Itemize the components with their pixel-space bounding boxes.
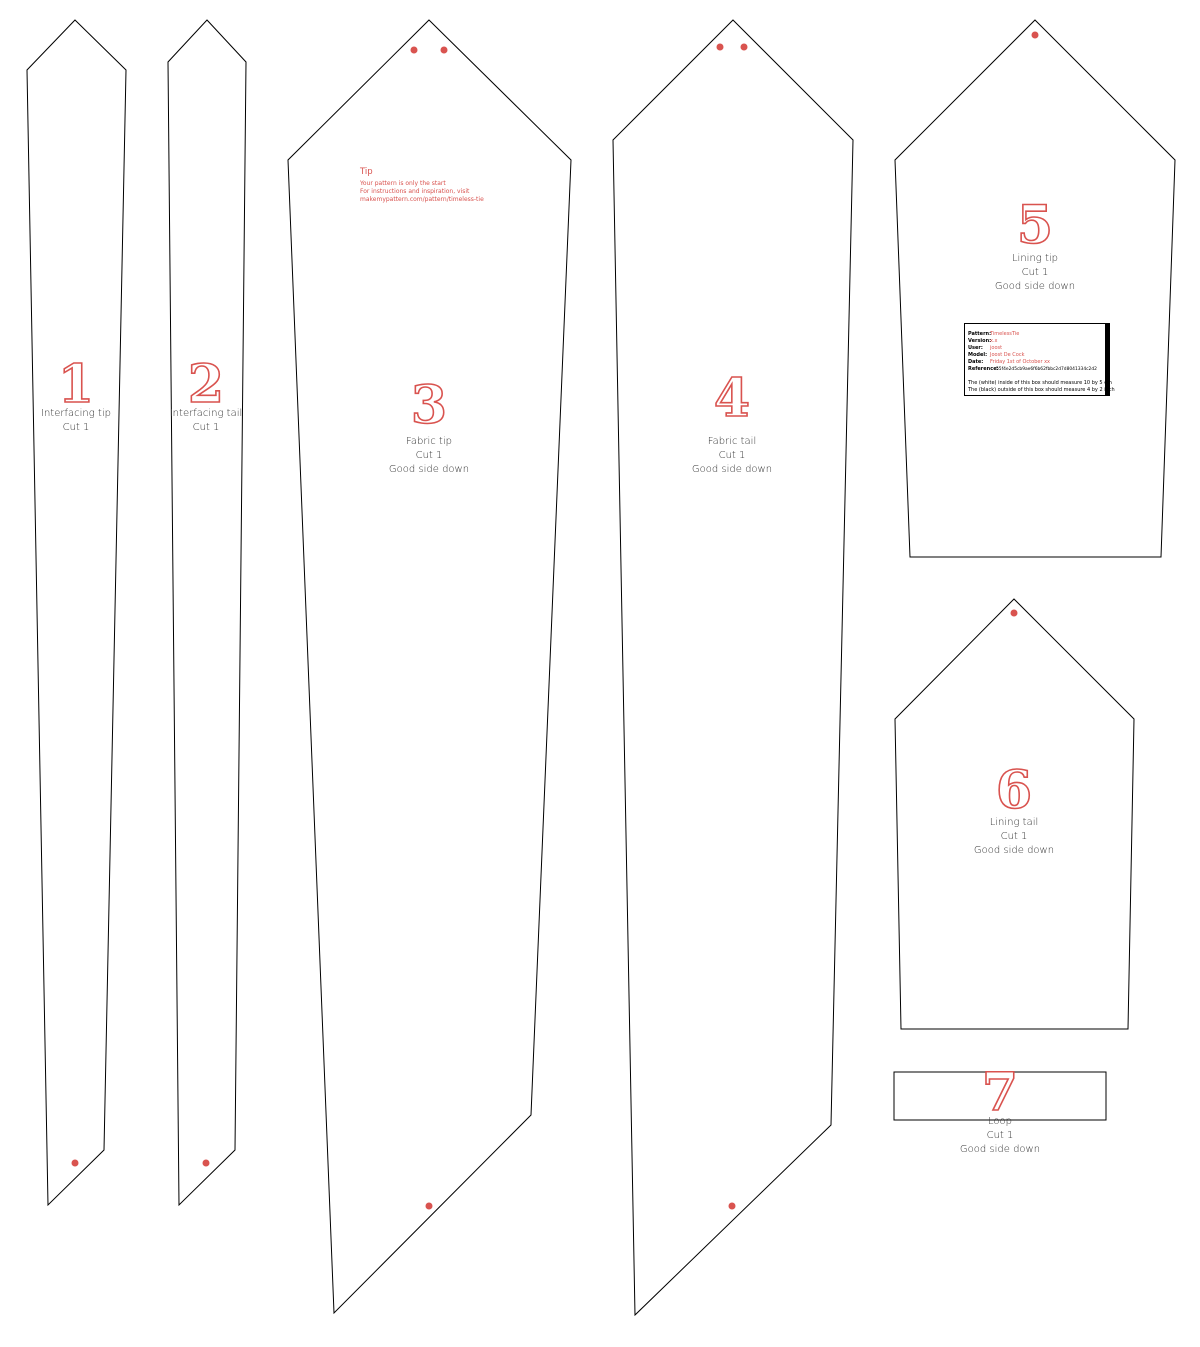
- info-key-reference: Reference:: [968, 366, 999, 372]
- tip-title: Tip: [359, 167, 373, 177]
- piece-7-side: Good side down: [960, 1144, 1040, 1155]
- piece-5-side: Good side down: [995, 281, 1075, 292]
- piece-2-marker-dot: [202, 1159, 210, 1167]
- piece-6-side: Good side down: [974, 845, 1054, 856]
- piece-1-marker-dot: [71, 1159, 79, 1167]
- piece-6-marker-dot: [1010, 609, 1018, 617]
- piece-3-name: Fabric tip: [406, 436, 452, 447]
- piece-4-side: Good side down: [692, 464, 772, 475]
- piece-7-cut: Cut 1: [987, 1130, 1014, 1141]
- tip-line-2: For instructions and inspiration, visit: [360, 188, 470, 195]
- piece-1-interfacing-tip: 1 Interfacing tip Cut 1: [26, 19, 127, 1207]
- piece-5-cut: Cut 1: [1022, 267, 1049, 278]
- piece-7-loop: 7 Loop Cut 1 Good side down: [893, 1061, 1107, 1155]
- piece-3-number: 3: [411, 375, 447, 436]
- piece-2-interfacing-tail: 2 Interfacing tail Cut 1: [167, 19, 247, 1207]
- piece-7-number: 7: [982, 1062, 1018, 1123]
- info-value-user: joost: [989, 345, 1002, 351]
- piece-4-marker-dot-left: [716, 43, 724, 51]
- info-key-pattern: Pattern:: [968, 331, 991, 337]
- piece-1-name: Interfacing tip: [41, 408, 111, 419]
- piece-3-cut: Cut 1: [416, 450, 443, 461]
- piece-4-fabric-tail: 4 Fabric tail Cut 1 Good side down: [612, 19, 854, 1317]
- piece-2-outline: [167, 19, 247, 1207]
- piece-4-marker-dot-right: [740, 43, 748, 51]
- piece-4-cut: Cut 1: [719, 450, 746, 461]
- piece-3-marker-dot-bottom: [425, 1202, 433, 1210]
- piece-5-marker-dot: [1031, 31, 1039, 39]
- piece-6-lining-tail: 6 Lining tail Cut 1 Good side down: [894, 598, 1135, 1030]
- piece-3-outline: [287, 19, 572, 1315]
- piece-1-cut: Cut 1: [63, 422, 90, 433]
- piece-4-outline: [612, 19, 854, 1317]
- piece-1-number: 1: [58, 354, 94, 415]
- info-note-outside: The (black) outside of this box should m…: [967, 387, 1115, 393]
- piece-6-name: Lining tail: [990, 817, 1039, 828]
- piece-3-marker-dot-left: [410, 46, 418, 54]
- piece-6-number: 6: [996, 760, 1032, 821]
- info-value-pattern: TimelessTie: [989, 331, 1019, 337]
- piece-3-marker-dot-right: [440, 46, 448, 54]
- info-key-user: User:: [968, 345, 983, 351]
- info-key-model: Model:: [968, 352, 987, 358]
- info-key-version: Version:: [968, 338, 991, 344]
- tip-line-1: Your pattern is only the start: [359, 180, 446, 187]
- info-key-date: Date:: [968, 359, 983, 365]
- piece-3-fabric-tip: 3 Fabric tip Cut 1 Good side down Tip Yo…: [287, 19, 572, 1315]
- piece-1-outline: [26, 19, 127, 1207]
- piece-2-number: 2: [188, 354, 224, 415]
- info-value-date: Friday 1st of October xx: [990, 359, 1050, 365]
- piece-5-number: 5: [1017, 195, 1053, 256]
- piece-4-number: 4: [714, 368, 750, 429]
- info-value-reference: 55f4e2d5cb9ae6f6b62fbbc2d7d8041334c2d2: [996, 366, 1097, 372]
- piece-4-marker-dot-bottom: [728, 1202, 736, 1210]
- info-value-version: x.x: [990, 338, 998, 344]
- pattern-sheet: 1 Interfacing tip Cut 1 2 Interfacing ta…: [26, 19, 1176, 1317]
- piece-4-name: Fabric tail: [708, 436, 756, 447]
- info-note-inside: The (white) inside of this box should me…: [967, 380, 1112, 386]
- info-value-model: Joost De Cock: [989, 352, 1025, 358]
- piece-3-side: Good side down: [389, 464, 469, 475]
- piece-7-name: Loop: [988, 1116, 1012, 1127]
- piece-5-name: Lining tip: [1012, 253, 1058, 264]
- piece-2-cut: Cut 1: [193, 422, 220, 433]
- tip-link[interactable]: makemypattern.com/pattern/timeless-tie: [360, 196, 484, 203]
- pattern-info-box: Pattern: TimelessTie Version: x.x User: …: [964, 323, 1115, 396]
- piece-6-cut: Cut 1: [1001, 831, 1028, 842]
- piece-2-name: Interfacing tail: [170, 408, 243, 419]
- piece-5-lining-tip: 5 Lining tip Cut 1 Good side down Patter…: [894, 19, 1176, 558]
